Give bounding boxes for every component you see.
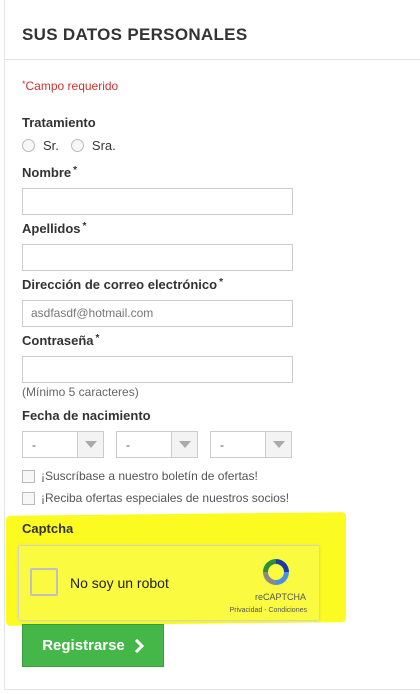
panel-title: SUS DATOS PERSONALES	[22, 25, 248, 44]
required-field-note: *Campo requerido	[22, 79, 118, 93]
birth-year-value: -	[220, 438, 224, 452]
password-required-mark: *	[95, 333, 100, 344]
partners-label[interactable]: ¡Reciba ofertas especiales de nuestros s…	[41, 491, 289, 505]
nombre-required-mark: *	[73, 165, 78, 176]
chevron-down-icon[interactable]	[77, 432, 103, 457]
email-required-mark: *	[219, 277, 223, 288]
apellidos-required-mark: *	[82, 221, 87, 232]
partners-option[interactable]: ¡Reciba ofertas especiales de nuestros s…	[22, 491, 289, 505]
partners-checkbox[interactable]	[22, 491, 35, 505]
password-hint: (Mínimo 5 caracteres)	[22, 385, 139, 399]
register-button-label: Registrarse	[42, 637, 125, 654]
email-label-text: Dirección de correo electrónico	[22, 277, 218, 292]
newsletter-checkbox[interactable]	[22, 469, 35, 483]
newsletter-label[interactable]: ¡Suscríbase a nuestro boletín de ofertas…	[41, 469, 258, 483]
chevron-down-icon[interactable]	[265, 432, 291, 457]
captcha-label: Captcha	[22, 521, 74, 536]
nombre-label-text: Nombre	[22, 165, 72, 180]
chevron-right-icon	[134, 638, 144, 653]
birth-day-value: -	[32, 438, 36, 452]
tratamiento-label: Tratamiento	[22, 115, 96, 130]
apellidos-label-text: Apellidos	[22, 221, 81, 236]
birthdate-label: Fecha de nacimiento	[22, 408, 151, 423]
radio-sr[interactable]	[22, 139, 35, 152]
chevron-down-icon[interactable]	[171, 432, 197, 457]
register-button[interactable]: Registrarse	[22, 624, 164, 667]
recaptcha-checkbox[interactable]	[30, 568, 58, 596]
required-note-text: Campo requerido	[25, 79, 119, 93]
recaptcha-brand: reCAPTCHA	[254, 592, 306, 602]
recaptcha-widget: No soy un robot reCAPTCHA Privacidad - C…	[18, 545, 320, 621]
password-label-text: Contraseña	[22, 333, 94, 348]
birth-year-select[interactable]: -	[210, 431, 292, 458]
recaptcha-checkbox-label[interactable]: No soy un robot	[70, 575, 169, 591]
apellidos-input[interactable]	[22, 244, 293, 271]
password-input[interactable]	[22, 356, 293, 383]
email-label: Dirección de correo electrónico *	[22, 277, 223, 292]
radio-sra-label[interactable]: Sra.	[92, 138, 116, 153]
birth-month-select[interactable]: -	[116, 431, 198, 458]
password-label: Contraseña *	[22, 333, 99, 348]
radio-sr-label[interactable]: Sr.	[43, 138, 59, 153]
title-divider	[4, 59, 420, 60]
radio-sra[interactable]	[70, 139, 84, 152]
nombre-label: Nombre *	[22, 165, 77, 180]
newsletter-option[interactable]: ¡Suscríbase a nuestro boletín de ofertas…	[22, 469, 258, 483]
apellidos-label: Apellidos *	[22, 221, 86, 236]
recaptcha-links[interactable]: Privacidad - Condiciones	[230, 607, 307, 614]
email-input[interactable]: asdfasdf@hotmail.com	[22, 300, 293, 327]
birth-month-value: -	[126, 438, 130, 452]
tratamiento-radio-group: Sr. Sra.	[22, 138, 128, 153]
recaptcha-logo-icon	[263, 559, 289, 585]
nombre-input[interactable]	[22, 188, 293, 215]
birth-day-select[interactable]: -	[22, 431, 104, 458]
